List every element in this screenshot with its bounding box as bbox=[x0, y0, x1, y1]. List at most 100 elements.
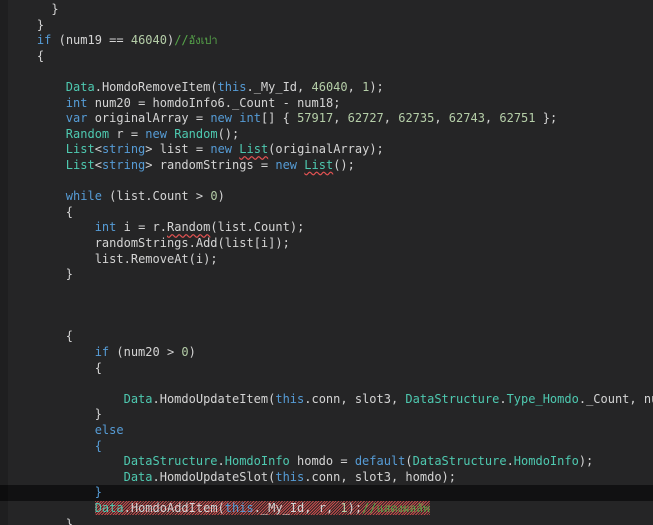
code-text: { bbox=[66, 329, 73, 343]
punctuation-token: , bbox=[383, 111, 399, 126]
punctuation-token: . bbox=[94, 79, 102, 94]
code-line[interactable]: var originalArray = new int[] { 57917, 6… bbox=[0, 111, 653, 127]
code-text: DataStructure.HomdoInfo homdo = default(… bbox=[124, 454, 594, 468]
punctuation-token: ( bbox=[217, 501, 225, 515]
punctuation-token: }; bbox=[535, 111, 558, 126]
identifier-token: _Count bbox=[232, 95, 276, 110]
code-line[interactable]: DataStructure.HomdoInfo homdo = default(… bbox=[0, 454, 653, 470]
punctuation-token: ( bbox=[217, 235, 225, 250]
code-line[interactable]: } bbox=[0, 2, 653, 18]
code-line[interactable] bbox=[0, 174, 653, 190]
punctuation-token: (); bbox=[217, 126, 240, 141]
punctuation-token: = bbox=[130, 95, 153, 110]
punctuation-token: . bbox=[506, 454, 514, 469]
code-line[interactable]: Data.HomdoRemoveItem(this._My_Id, 46040,… bbox=[0, 80, 653, 96]
brace-token: { bbox=[94, 360, 102, 375]
code-line[interactable] bbox=[0, 314, 653, 330]
punctuation-token: == bbox=[101, 33, 131, 48]
identifier-token: conn bbox=[311, 469, 341, 484]
code-line[interactable]: List<string> list = new List(originalArr… bbox=[0, 142, 653, 158]
punctuation-token: ; bbox=[333, 95, 341, 110]
punctuation-token: ) bbox=[188, 345, 196, 360]
code-line[interactable]: while (list.Count > 0) bbox=[0, 189, 653, 205]
punctuation-token: , bbox=[297, 79, 312, 94]
code-line[interactable]: List<string> randomStrings = new List(); bbox=[0, 158, 653, 174]
code-text: List<string> list = new List(originalArr… bbox=[66, 142, 384, 156]
keyword-token: int bbox=[239, 111, 261, 126]
code-text: } bbox=[37, 18, 44, 32]
code-line[interactable]: { bbox=[0, 439, 653, 455]
code-editor[interactable]: } } if (num19 == 46040)//อังเปา { Data.H… bbox=[0, 0, 653, 525]
keyword-token: new bbox=[145, 126, 167, 141]
code-line[interactable]: { bbox=[0, 205, 653, 221]
number-token: 62751 bbox=[499, 111, 536, 126]
identifier-token: list bbox=[224, 235, 254, 250]
code-content[interactable]: } } if (num19 == 46040)//อังเปา { Data.H… bbox=[0, 2, 653, 525]
code-line[interactable]: randomStrings.Add(list[i]); bbox=[0, 236, 653, 252]
code-line[interactable]: } bbox=[0, 517, 653, 525]
code-line[interactable]: list.RemoveAt(i); bbox=[0, 252, 653, 268]
identifier-token: num19 bbox=[65, 33, 102, 48]
code-line[interactable]: Data.HomdoAddItem(this._My_Id, r, 1);//แ… bbox=[0, 501, 653, 517]
code-line[interactable]: } bbox=[0, 18, 653, 34]
punctuation-token: ); bbox=[369, 79, 384, 94]
type-token: DataStructure bbox=[412, 454, 507, 469]
code-line[interactable]: Random r = new Random(); bbox=[0, 127, 653, 143]
code-line[interactable]: Data.HomdoUpdateSlot(this.conn, slot3, h… bbox=[0, 470, 653, 486]
identifier-token: _My_Id bbox=[253, 79, 298, 94]
code-text: Data.HomdoUpdateItem(this.conn, slot3, D… bbox=[124, 392, 653, 406]
brace-token: } bbox=[65, 267, 74, 282]
identifier-token: RemoveAt bbox=[130, 251, 189, 266]
code-line-highlighted[interactable]: } bbox=[0, 485, 653, 501]
code-line[interactable] bbox=[0, 376, 653, 392]
type-token: List bbox=[65, 142, 95, 157]
type-token: HomdoInfo bbox=[224, 454, 290, 469]
punctuation-token: , bbox=[340, 469, 355, 484]
keyword-token: string bbox=[101, 142, 146, 157]
comment-token: // bbox=[174, 33, 189, 48]
code-line[interactable] bbox=[0, 64, 653, 80]
punctuation-token: , bbox=[390, 469, 406, 484]
code-line[interactable]: } bbox=[0, 267, 653, 283]
identifier-token: r bbox=[152, 220, 160, 235]
punctuation-token: . bbox=[578, 391, 587, 406]
identifier-token: homdoInfo6 bbox=[152, 95, 225, 110]
keyword-token: this bbox=[224, 501, 254, 515]
punctuation-token: . bbox=[217, 454, 225, 469]
code-line[interactable]: { bbox=[0, 361, 653, 377]
code-text: { bbox=[37, 49, 44, 63]
code-line[interactable]: { bbox=[0, 329, 653, 345]
keyword-token: if bbox=[36, 33, 52, 48]
code-line[interactable]: if (num19 == 46040)//อังเปา bbox=[0, 33, 653, 49]
identifier-token: homdo bbox=[289, 454, 334, 469]
code-line[interactable]: if (num20 > 0) bbox=[0, 345, 653, 361]
code-line[interactable]: { bbox=[0, 49, 653, 65]
type-token: Type_Homdo bbox=[506, 391, 579, 406]
code-line[interactable] bbox=[0, 283, 653, 299]
number-token: 46040 bbox=[311, 79, 348, 94]
code-line[interactable]: int i = r.Random(list.Count); bbox=[0, 220, 653, 236]
identifier-token: list bbox=[94, 251, 124, 266]
brace-token: } bbox=[51, 2, 59, 16]
code-line[interactable]: int num20 = homdoInfo6._Count - num18; bbox=[0, 96, 653, 112]
code-line[interactable]: else bbox=[0, 423, 653, 439]
punctuation-token: [] { bbox=[260, 111, 298, 126]
code-line[interactable]: } bbox=[0, 407, 653, 423]
code-text: } bbox=[51, 2, 58, 16]
code-line[interactable]: Data.HomdoUpdateItem(this.conn, slot3, D… bbox=[0, 392, 653, 408]
code-text: } bbox=[66, 267, 73, 281]
punctuation-token: ( bbox=[188, 251, 196, 266]
brace-token: } bbox=[94, 407, 102, 422]
type-token: DataStructure bbox=[405, 391, 500, 406]
code-line[interactable] bbox=[0, 298, 653, 314]
